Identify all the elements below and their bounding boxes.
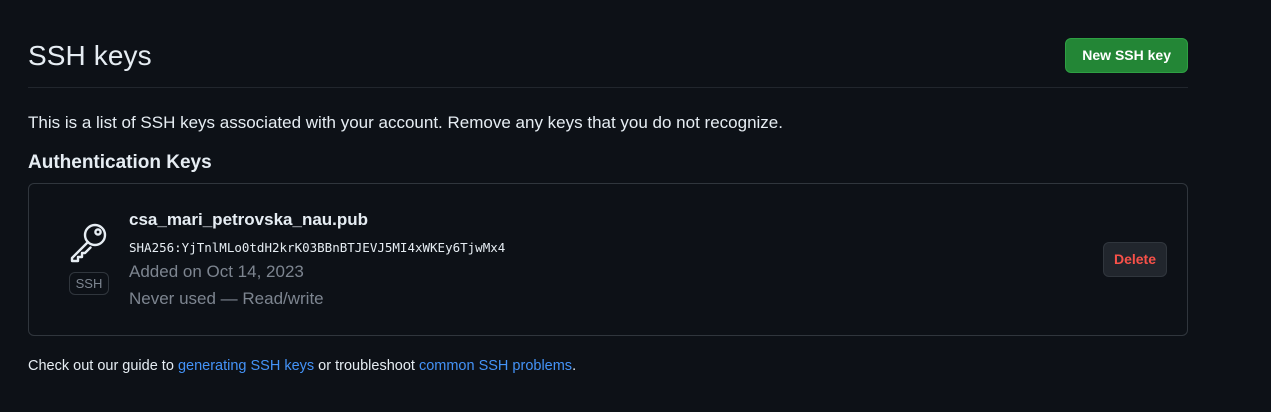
footer-prefix: Check out our guide to: [28, 358, 178, 374]
key-title: csa_mari_petrovska_nau.pub: [129, 210, 369, 229]
key-usage-status: Never used — Read/write: [129, 289, 324, 308]
delete-key-button[interactable]: Delete: [1102, 242, 1167, 277]
ssh-key-item: SSH csa_mari_petrovska_nau.pub SHA256:Yj…: [28, 183, 1188, 336]
page-title: SSH keys: [28, 40, 152, 71]
page-description: This is a list of SSH keys associated wi…: [28, 113, 783, 132]
new-ssh-key-button[interactable]: New SSH key: [1065, 38, 1188, 73]
key-icon: [67, 220, 111, 264]
authentication-keys-heading: Authentication Keys: [28, 152, 212, 173]
footer-suffix: .: [572, 358, 577, 374]
page-header: SSH keys New SSH key: [28, 36, 1188, 88]
footer-middle: or troubleshoot: [314, 358, 419, 374]
help-footer: Check out our guide to generating SSH ke…: [28, 358, 576, 374]
key-type-badge: SSH: [69, 272, 109, 295]
key-fingerprint: SHA256:YjTnlMLo0tdH2krK03BBnBTJEVJ5MI4xW…: [129, 240, 506, 255]
generating-ssh-keys-link[interactable]: generating SSH keys: [178, 358, 314, 374]
key-added-date: Added on Oct 14, 2023: [129, 262, 304, 281]
ssh-keys-page: SSH keys New SSH key This is a list of S…: [0, 0, 1271, 412]
common-ssh-problems-link[interactable]: common SSH problems: [419, 358, 572, 374]
